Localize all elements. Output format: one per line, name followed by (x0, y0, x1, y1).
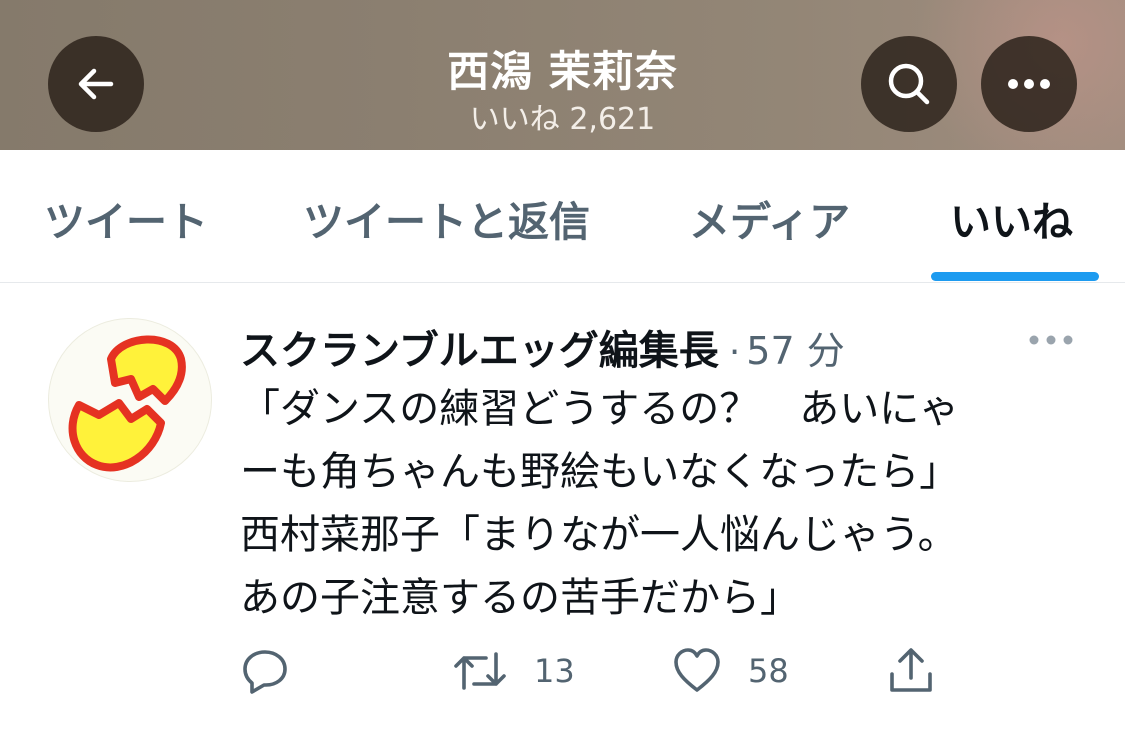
separator-dot: · (728, 332, 741, 373)
more-options-button[interactable] (981, 36, 1077, 132)
tweet-timestamp[interactable]: 57 分 (746, 320, 844, 375)
share-icon (890, 648, 932, 692)
tweet-text-line: ーも角ちゃんも野絵もいなくなったら」 (240, 449, 960, 495)
tab-media[interactable]: メディア (689, 188, 850, 248)
heart-icon (674, 648, 720, 692)
cracked-egg-icon (68, 335, 186, 472)
tab-tweets-and-replies[interactable]: ツイートと返信 (303, 188, 590, 248)
profile-tabs: ツイート ツイートと返信 メディア いいね (0, 150, 1125, 283)
tweet-text-line: あの子注意するの苦手だから」 (240, 575, 800, 621)
like-count: 58 (748, 652, 789, 690)
retweet-icon (454, 652, 506, 690)
tweet-text: 「ダンスの練習どうするの？ あいにゃ ーも角ちゃんも野絵もいなくなったら」 西村… (240, 378, 1090, 630)
search-button[interactable] (861, 36, 957, 132)
tweet-actions: 13 58 (0, 646, 1125, 706)
retweet-button[interactable]: 13 (452, 646, 575, 696)
share-button[interactable] (886, 646, 936, 696)
more-horizontal-icon (1008, 79, 1050, 89)
more-horizontal-icon (1029, 335, 1073, 345)
like-button[interactable]: 58 (672, 646, 789, 696)
tweet-text-line: 「ダンスの練習どうするの？ あいにゃ (240, 386, 960, 432)
tab-likes[interactable]: いいね (950, 188, 1073, 248)
tweet-text-line: 西村菜那子「まりなが一人悩んじゃう。 (240, 512, 958, 558)
author-avatar[interactable] (48, 318, 212, 482)
profile-header: 西潟 茉莉奈 いいね 2,621 (0, 0, 1125, 150)
tweet-header: スクランブルエッグ編集長 · 57 分 (240, 318, 845, 374)
reply-button[interactable] (240, 646, 290, 696)
tweet[interactable]: スクランブルエッグ編集長 · 57 分 「ダンスの練習どうするの？ あいにゃ ー… (0, 284, 1125, 736)
tab-tweets[interactable]: ツイート (44, 188, 208, 248)
tweet-more-button[interactable] (1028, 332, 1074, 346)
reply-icon (243, 650, 287, 694)
likes-count-subtitle: いいね 2,621 (469, 102, 656, 137)
active-tab-indicator (931, 272, 1099, 281)
author-name[interactable]: スクランブルエッグ編集長 (240, 318, 719, 376)
search-icon (888, 63, 930, 105)
retweet-count: 13 (534, 652, 575, 690)
